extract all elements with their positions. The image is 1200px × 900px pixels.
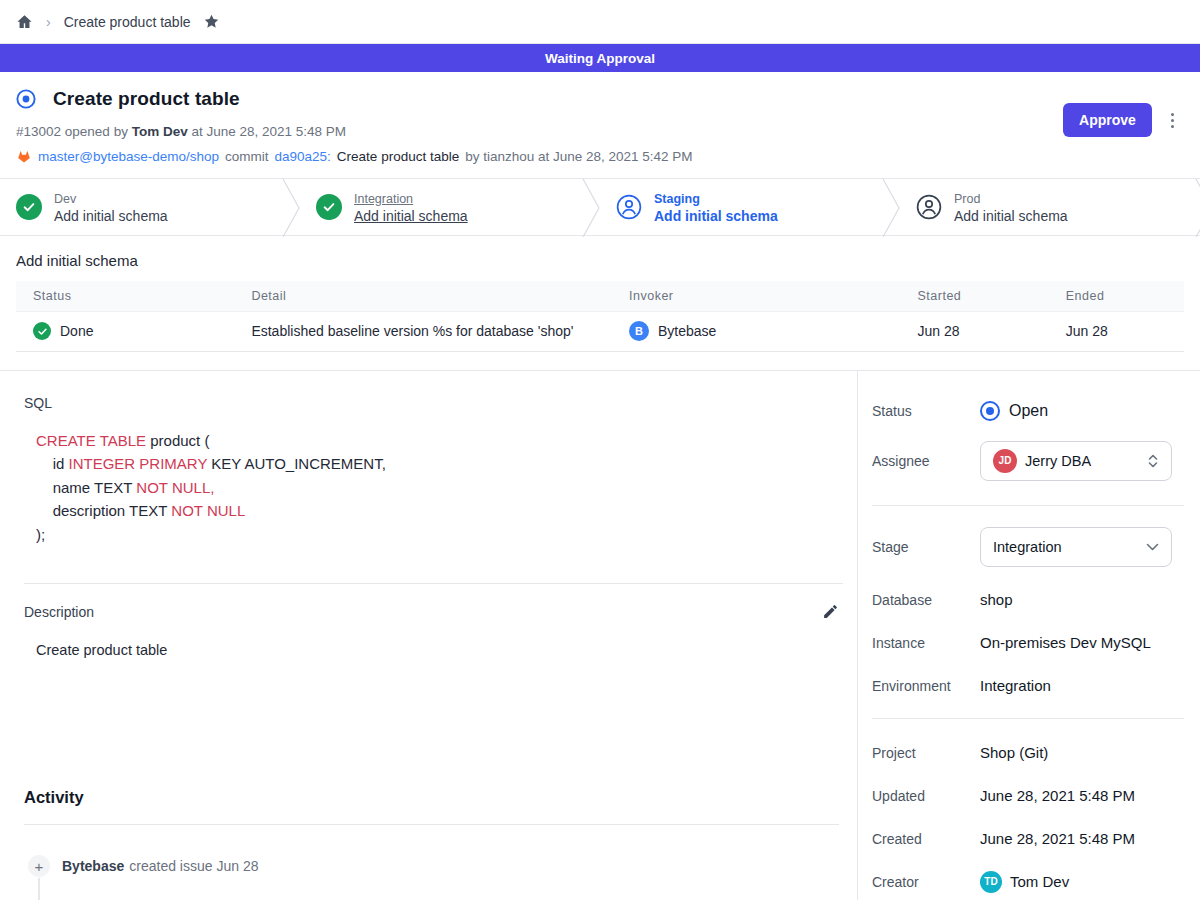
column-header-ended: Ended [1050, 281, 1184, 311]
status-value: Open [1009, 402, 1048, 420]
table-row[interactable]: Done Established baseline version %s for … [16, 311, 1184, 351]
activity-actor: Bytebase [62, 858, 124, 874]
pipeline-stage-bar: DevAdd initial schemaIntegrationAdd init… [0, 178, 1200, 236]
task-section-title: Add initial schema [16, 252, 1184, 269]
stage-separator [0, 179, 1200, 237]
assignee-select[interactable]: JD Jerry DBA [980, 441, 1172, 481]
column-header-invoker: Invoker [613, 281, 901, 311]
column-header-status: Status [16, 281, 235, 311]
issue-id: #13002 [16, 124, 61, 139]
breadcrumb-title[interactable]: Create product table [64, 14, 191, 30]
edit-description-icon[interactable] [822, 603, 839, 620]
assignee-avatar: JD [993, 449, 1017, 473]
sidebar-row-assignee: Assignee JD Jerry DBA [872, 441, 1184, 481]
approve-button[interactable]: Approve [1063, 103, 1152, 137]
sql-code-block: CREATE TABLE product ( id INTEGER PRIMAR… [24, 429, 843, 547]
gitlab-icon [16, 149, 32, 164]
activity-item: + Bytebase created issue Jun 28 [24, 855, 843, 877]
creator-value: Tom Dev [1010, 873, 1069, 890]
column-header-detail: Detail [235, 281, 613, 311]
issue-meta: #13002 opened by Tom Dev at June 28, 202… [16, 124, 1184, 139]
task-invoker: Bytebase [658, 323, 716, 339]
environment-value: Integration [980, 677, 1051, 694]
creator-avatar: TD [980, 871, 1002, 893]
activity-heading: Activity [24, 788, 843, 807]
project-value: Shop (Git) [980, 744, 1048, 761]
stepper-icon [1147, 453, 1159, 469]
created-value: June 28, 2021 5:48 PM [980, 830, 1135, 847]
sidebar-row-environment: Environment Integration [872, 677, 1184, 695]
task-status: Done [60, 323, 93, 339]
database-value: shop [980, 591, 1013, 608]
description-text: Create product table [24, 642, 843, 658]
task-table: StatusDetailInvokerStartedEnded Done Esta… [16, 281, 1184, 352]
status-banner: Waiting Approval [0, 44, 1200, 72]
task-done-icon [33, 322, 51, 340]
divider [24, 824, 839, 825]
sidebar-divider [872, 718, 1184, 719]
updated-value: June 28, 2021 5:48 PM [980, 787, 1135, 804]
sidebar-row-updated: Updated June 28, 2021 5:48 PM [872, 787, 1184, 805]
sql-label: SQL [24, 395, 843, 411]
sidebar-row-status: Status Open [872, 398, 1184, 424]
activity-action: created issue Jun 28 [129, 858, 258, 874]
sidebar-row-created: Created June 28, 2021 5:48 PM [872, 830, 1184, 848]
commit-message: Create product table [337, 149, 459, 164]
column-header-started: Started [902, 281, 1050, 311]
chevron-down-icon [1146, 543, 1159, 551]
breadcrumb: › Create product table [0, 0, 1200, 44]
description-label: Description [24, 604, 94, 620]
sidebar-row-database: Database shop [872, 591, 1184, 609]
issue-author: Tom Dev [132, 124, 188, 139]
sidebar-row-instance: Instance On-premises Dev MySQL [872, 634, 1184, 652]
star-icon[interactable] [203, 13, 220, 30]
divider [24, 583, 843, 584]
breadcrumb-separator: › [46, 14, 51, 30]
sidebar-divider [872, 505, 1184, 506]
task-started: Jun 28 [902, 311, 1050, 351]
plus-icon: + [28, 855, 50, 877]
kebab-menu[interactable] [1165, 103, 1180, 137]
home-icon[interactable] [16, 13, 33, 30]
task-detail: Established baseline version %s for data… [235, 311, 613, 351]
page-title: Create product table [53, 88, 240, 110]
stage-select[interactable]: Integration [980, 527, 1172, 567]
status-open-icon [980, 401, 1000, 421]
sidebar-row-stage: Stage Integration [872, 527, 1184, 567]
timeline-connector [38, 878, 40, 900]
instance-value: On-premises Dev MySQL [980, 634, 1151, 651]
commit-link[interactable]: da90a25: [275, 149, 331, 164]
issue-open-icon [16, 89, 36, 109]
task-section: Add initial schema StatusDetailInvokerSt… [0, 236, 1200, 371]
git-commit-line: master@bytebase-demo/shop commit da90a25… [16, 149, 1184, 164]
sidebar-row-project: Project Shop (Git) [872, 744, 1184, 762]
issue-header: Create product table Approve #13002 open… [0, 72, 1200, 178]
commit-meta: by tianzhou at June 28, 2021 5:42 PM [465, 149, 692, 164]
branch-link[interactable]: master@bytebase-demo/shop [38, 149, 219, 164]
invoker-avatar: B [629, 321, 649, 341]
task-ended: Jun 28 [1050, 311, 1184, 351]
sidebar-row-creator: Creator TD Tom Dev [872, 870, 1184, 894]
sidebar: Status Open Assignee JD Jerry DBA Stage … [858, 371, 1200, 900]
